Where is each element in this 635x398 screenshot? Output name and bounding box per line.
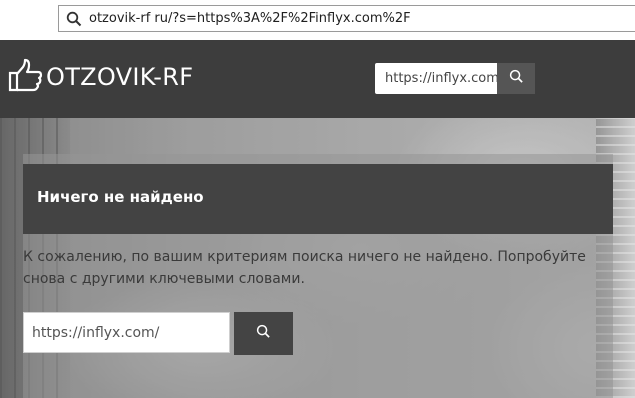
header-search-button[interactable]: [497, 63, 535, 94]
thumbs-up-icon: [8, 58, 44, 96]
site-logo[interactable]: OTZOVIK-RF: [8, 58, 193, 96]
header-search: https://inflyx.com/: [375, 63, 535, 94]
site-header: OTZOVIK-RF https://inflyx.com/: [0, 40, 635, 118]
no-results-message: К сожалению, по вашим критериям поиска н…: [23, 249, 586, 287]
main-search: https://inflyx.com/: [23, 312, 293, 355]
search-icon: [59, 6, 89, 31]
content-panel: Ничего не найдено К сожалению, по вашим …: [23, 154, 613, 398]
main-search-button[interactable]: [234, 312, 293, 355]
search-icon: [509, 69, 524, 88]
search-icon: [256, 324, 271, 343]
browser-address-strip: otzovik-rf ru/?s=https%3A%2F%2Finflyx.co…: [0, 0, 635, 40]
address-text[interactable]: otzovik-rf ru/?s=https%3A%2F%2Finflyx.co…: [89, 11, 411, 26]
logo-text: OTZOVIK-RF: [46, 63, 194, 91]
hero-background: Ничего не найдено К сожалению, по вашим …: [0, 118, 635, 398]
address-bar[interactable]: otzovik-rf ru/?s=https%3A%2F%2Finflyx.co…: [58, 5, 635, 32]
header-search-input[interactable]: https://inflyx.com/: [375, 63, 497, 94]
main-search-input[interactable]: https://inflyx.com/: [23, 312, 230, 353]
page-title: Ничего не найдено: [37, 188, 204, 206]
result-header: Ничего не найдено: [23, 164, 613, 234]
